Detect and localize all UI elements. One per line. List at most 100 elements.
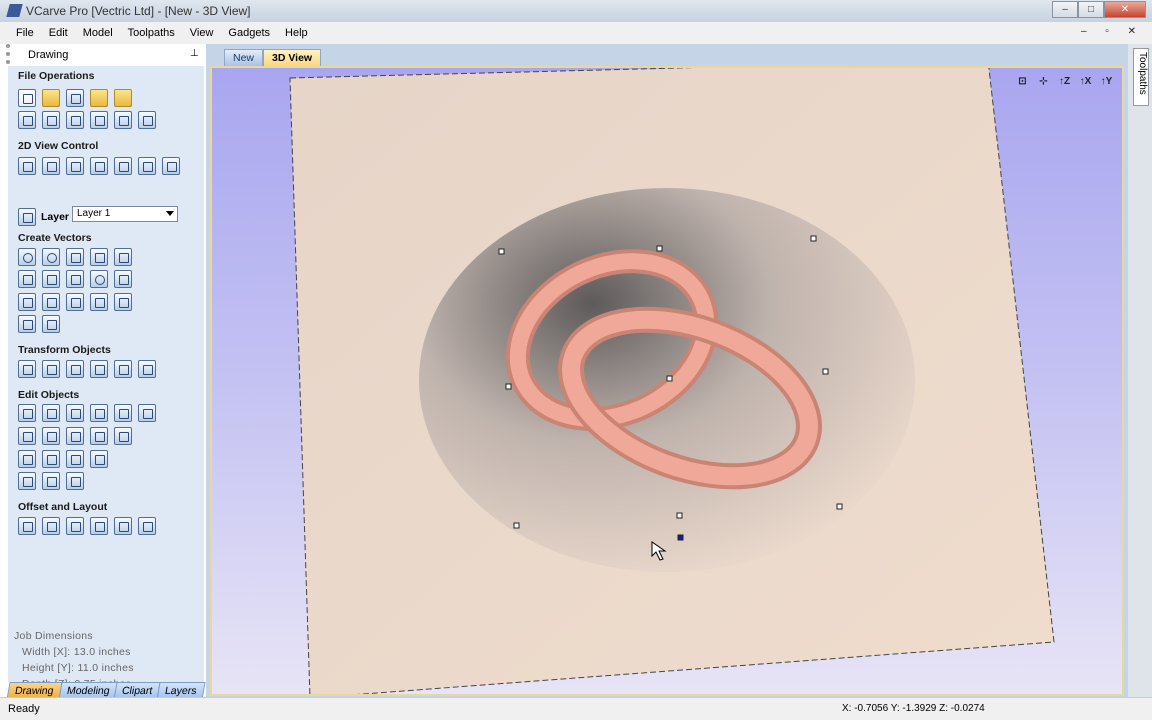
menu-help[interactable]: Help bbox=[285, 27, 308, 44]
view-y-icon[interactable]: ↑Y bbox=[1099, 74, 1114, 89]
new-file-icon[interactable] bbox=[18, 89, 36, 107]
open-file-icon[interactable] bbox=[42, 89, 60, 107]
set-size-icon[interactable] bbox=[42, 360, 60, 378]
paste-icon[interactable] bbox=[90, 111, 108, 129]
icon-toolbar-row bbox=[18, 157, 186, 175]
close-vector-icon[interactable] bbox=[90, 450, 108, 468]
menu-model[interactable]: Model bbox=[83, 27, 113, 44]
view-x-icon[interactable]: ↑X bbox=[1078, 74, 1093, 89]
right-dock: Toolpaths bbox=[1128, 44, 1152, 697]
join-icon[interactable] bbox=[138, 404, 156, 422]
group-icon[interactable] bbox=[90, 404, 108, 422]
iso-view-icon[interactable]: ⊹ bbox=[1036, 74, 1051, 89]
layer-dropdown[interactable]: Layer 1 bbox=[72, 206, 178, 222]
text-block-icon[interactable] bbox=[42, 293, 60, 311]
zoom-box-icon[interactable] bbox=[42, 157, 60, 175]
title-bar: VCarve Pro [Vectric Ltd] - [New - 3D Vie… bbox=[0, 0, 1152, 22]
menu-gadgets[interactable]: Gadgets bbox=[228, 27, 270, 44]
icon-toolbar-row bbox=[18, 270, 138, 288]
view-z-icon[interactable]: ↑Z bbox=[1057, 74, 1072, 89]
polygon-icon[interactable] bbox=[90, 248, 108, 266]
menu-file[interactable]: File bbox=[16, 27, 34, 44]
icon-toolbar-row bbox=[18, 111, 162, 129]
zoom-material-icon[interactable] bbox=[90, 157, 108, 175]
smooth-icon[interactable] bbox=[18, 450, 36, 468]
circular-array-icon[interactable] bbox=[66, 517, 84, 535]
arc-icon[interactable] bbox=[42, 270, 60, 288]
fit-curves-icon[interactable] bbox=[18, 472, 36, 490]
select-icon[interactable] bbox=[18, 404, 36, 422]
redo-icon[interactable] bbox=[138, 111, 156, 129]
icon-toolbar-row bbox=[18, 248, 138, 266]
cut-icon[interactable] bbox=[42, 111, 60, 129]
pan-icon[interactable] bbox=[18, 157, 36, 175]
trim-icon[interactable] bbox=[90, 427, 108, 445]
select-all-icon[interactable] bbox=[18, 111, 36, 129]
view-toggle-icon[interactable] bbox=[138, 157, 156, 175]
star-icon[interactable] bbox=[114, 248, 132, 266]
section-edit-objects: Edit Objects bbox=[18, 389, 80, 401]
import-bitmap-icon[interactable] bbox=[114, 89, 132, 107]
array-copy-icon[interactable] bbox=[42, 517, 60, 535]
undo-icon[interactable] bbox=[114, 111, 132, 129]
line-to-curve-icon[interactable] bbox=[42, 450, 60, 468]
text-arc-icon[interactable] bbox=[66, 293, 84, 311]
ellipse-icon[interactable] bbox=[42, 248, 60, 266]
subtract-icon[interactable] bbox=[42, 427, 60, 445]
rectangle-icon[interactable] bbox=[66, 248, 84, 266]
step-repeat-icon[interactable] bbox=[90, 517, 108, 535]
align-icon[interactable] bbox=[66, 360, 84, 378]
auto-layout-text-icon[interactable] bbox=[90, 293, 108, 311]
extend-icon[interactable] bbox=[42, 472, 60, 490]
icon-toolbar-row bbox=[18, 427, 138, 445]
minimize-button[interactable]: – bbox=[1052, 1, 1078, 18]
center-icon[interactable] bbox=[138, 360, 156, 378]
mdi-controls[interactable]: – ▫ ✕ bbox=[1081, 26, 1144, 37]
chevron-down-icon bbox=[166, 211, 174, 220]
blank-icon[interactable] bbox=[114, 270, 132, 288]
intersect-icon[interactable] bbox=[66, 427, 84, 445]
fillet-icon[interactable] bbox=[42, 315, 60, 333]
menu-bar: File Edit Model Toolpaths View Gadgets H… bbox=[0, 22, 1152, 44]
section-offset-layout: Offset and Layout bbox=[18, 501, 108, 513]
spiral-icon[interactable] bbox=[90, 270, 108, 288]
circle-icon[interactable] bbox=[18, 248, 36, 266]
maximize-button[interactable]: □ bbox=[1078, 1, 1104, 18]
save-file-icon[interactable] bbox=[66, 89, 84, 107]
menu-edit[interactable]: Edit bbox=[49, 27, 68, 44]
doc-tab-new[interactable]: New bbox=[224, 49, 264, 66]
zoom-extents-icon[interactable]: ⊡ bbox=[1015, 74, 1030, 89]
blank2-icon[interactable] bbox=[114, 293, 132, 311]
menu-toolpaths[interactable]: Toolpaths bbox=[128, 27, 175, 44]
convert-icon[interactable] bbox=[66, 472, 84, 490]
nest-icon[interactable] bbox=[114, 517, 132, 535]
dimension-icon[interactable] bbox=[18, 315, 36, 333]
zoom-selection-icon[interactable] bbox=[114, 157, 132, 175]
toolpaths-tab[interactable]: Toolpaths bbox=[1133, 48, 1149, 106]
offset-icon[interactable] bbox=[18, 517, 36, 535]
copy-icon[interactable] bbox=[66, 111, 84, 129]
document-area: New 3D View ⊡ ⊹ ↑Z ↑X ↑Y bbox=[206, 44, 1128, 697]
ungroup-icon[interactable] bbox=[114, 404, 132, 422]
mirror-icon[interactable] bbox=[90, 360, 108, 378]
grid-icon[interactable] bbox=[162, 157, 180, 175]
text-icon[interactable] bbox=[18, 293, 36, 311]
weld-icon[interactable] bbox=[18, 427, 36, 445]
fill-icon[interactable] bbox=[138, 517, 156, 535]
close-button[interactable]: ✕ bbox=[1104, 1, 1146, 18]
doc-tab-3d-view[interactable]: 3D View bbox=[263, 49, 322, 66]
zoom-all-icon[interactable] bbox=[66, 157, 84, 175]
pin-icon[interactable]: ⊥ bbox=[190, 48, 199, 59]
curve-icon[interactable] bbox=[66, 270, 84, 288]
3d-viewport[interactable]: ⊡ ⊹ ↑Z ↑X ↑Y bbox=[210, 66, 1124, 696]
view-toolbar: ⊡ ⊹ ↑Z ↑X ↑Y bbox=[1009, 74, 1114, 89]
menu-view[interactable]: View bbox=[190, 27, 214, 44]
line-icon[interactable] bbox=[18, 270, 36, 288]
import-vectors-icon[interactable] bbox=[90, 89, 108, 107]
scissors-icon[interactable] bbox=[114, 427, 132, 445]
node-edit-icon[interactable] bbox=[42, 404, 60, 422]
move-icon[interactable] bbox=[18, 360, 36, 378]
check-icon[interactable] bbox=[66, 450, 84, 468]
interactive-transform-icon[interactable] bbox=[66, 404, 84, 422]
distort-icon[interactable] bbox=[114, 360, 132, 378]
